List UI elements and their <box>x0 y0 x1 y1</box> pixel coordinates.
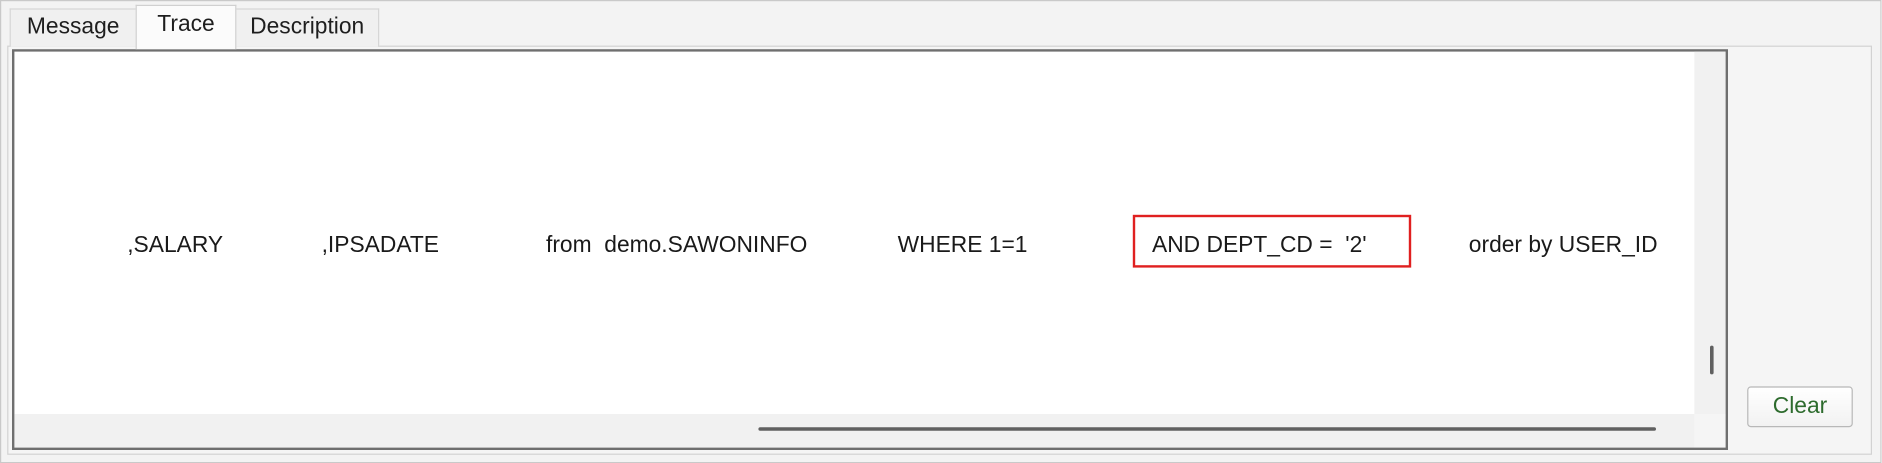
vertical-scrollbar[interactable] <box>1694 51 1726 417</box>
sql-segment-where: WHERE 1=1 <box>897 232 1028 258</box>
sql-segment-from: from demo.SAWONINFO <box>546 232 808 258</box>
sql-segment-salary: ,SALARY <box>127 232 224 258</box>
trace-text-area[interactable]: ,SALARY ,IPSADATE from demo.SAWONINFO WH… <box>12 49 1729 451</box>
sql-segment-order-by: order by USER_ID <box>1468 232 1658 258</box>
tab-description[interactable]: Description <box>235 8 380 47</box>
tab-message[interactable]: Message <box>9 8 137 47</box>
tab-trace[interactable]: Trace <box>135 4 237 50</box>
sql-segment-ipsadate: ,IPSADATE <box>321 232 440 258</box>
horizontal-scrollbar[interactable] <box>14 414 1695 448</box>
scrollbar-corner <box>1694 414 1726 448</box>
clear-button[interactable]: Clear <box>1747 386 1853 428</box>
highlight-box <box>1132 214 1412 268</box>
vertical-scroll-thumb[interactable] <box>1710 345 1714 375</box>
horizontal-scroll-thumb[interactable] <box>758 427 1657 431</box>
trace-window: Message Trace Description ,SALARY ,IPSAD… <box>0 0 1882 463</box>
